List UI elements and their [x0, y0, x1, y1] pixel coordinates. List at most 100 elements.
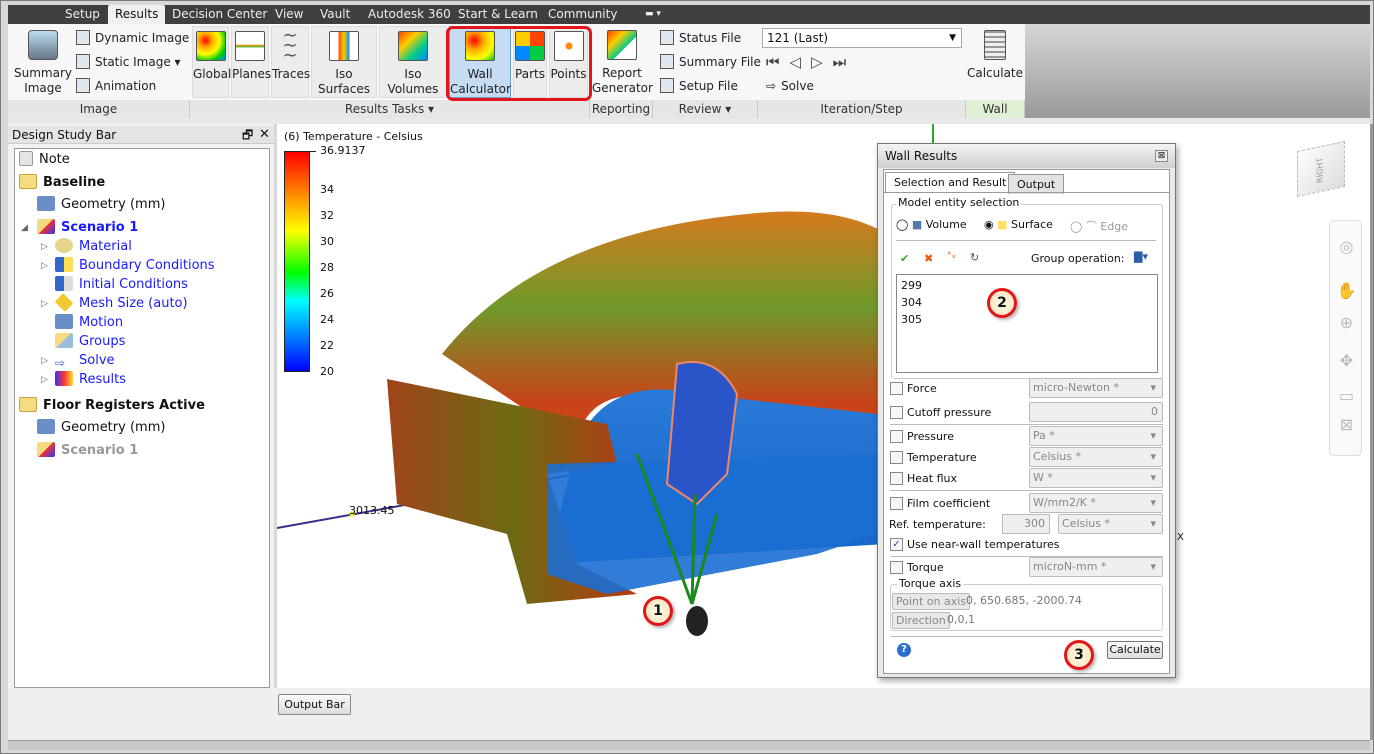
- look-at-icon[interactable]: ▭: [1336, 386, 1357, 407]
- traces-button[interactable]: ∼ ∼ ∼ Traces: [271, 26, 310, 98]
- help-icon[interactable]: ?: [897, 643, 911, 657]
- tree-item-note[interactable]: Note: [19, 150, 70, 170]
- tree-item-material[interactable]: Material: [55, 237, 132, 257]
- tree-item-scenario-1[interactable]: Scenario 1: [37, 218, 138, 238]
- tree-item-baseline[interactable]: Baseline: [19, 173, 105, 193]
- previous-step-icon[interactable]: ◁: [790, 53, 812, 71]
- summary-file-button[interactable]: Summary File: [660, 52, 761, 72]
- group-label-review[interactable]: Review ▾: [653, 100, 758, 118]
- report-generator-button[interactable]: Report Generator: [592, 26, 653, 98]
- global-button[interactable]: Global: [192, 26, 231, 98]
- list-item[interactable]: 305: [901, 311, 1153, 328]
- steering-wheel-icon[interactable]: ◎: [1336, 237, 1357, 258]
- solve-button[interactable]: ⇨ Solve: [766, 76, 814, 96]
- close-icon[interactable]: ✕: [259, 126, 270, 144]
- horizontal-scrollbar[interactable]: [8, 740, 1370, 750]
- tab-start-learn[interactable]: Start & Learn: [451, 5, 545, 24]
- torque-checkbox[interactable]: [890, 561, 903, 574]
- ref-temperature-unit-select[interactable]: Celsius *: [1058, 514, 1163, 534]
- temperature-checkbox[interactable]: [890, 451, 903, 464]
- static-image-button[interactable]: Static Image ▾: [76, 52, 181, 72]
- remove-all-icon[interactable]: ˣₓ: [947, 250, 956, 261]
- orbit-icon[interactable]: ✥: [1336, 351, 1357, 372]
- cutoff-pressure-checkbox[interactable]: [890, 406, 903, 419]
- status-file-button[interactable]: Status File: [660, 28, 741, 48]
- tab-view[interactable]: View: [268, 5, 310, 24]
- planes-button[interactable]: Planes: [231, 26, 271, 98]
- force-unit-select[interactable]: micro-Newton *: [1029, 378, 1163, 398]
- expand-icon[interactable]: ▷: [41, 356, 48, 366]
- tree-item-groups[interactable]: Groups: [55, 332, 125, 352]
- selection-list[interactable]: 299 304 305: [896, 274, 1158, 373]
- tab-decision-center[interactable]: Decision Center: [165, 5, 274, 24]
- graphics-viewport[interactable]: 3013.45 X RIGHT: [277, 124, 1370, 688]
- output-bar-button[interactable]: Output Bar: [278, 694, 351, 715]
- temperature-unit-select[interactable]: Celsius *: [1029, 447, 1163, 467]
- pan-icon[interactable]: ✋: [1336, 281, 1357, 302]
- torque-unit-select[interactable]: microN-mm *: [1029, 557, 1163, 577]
- next-step-icon[interactable]: ▷: [811, 53, 833, 71]
- heat-flux-checkbox[interactable]: [890, 472, 903, 485]
- radio-surface[interactable]: ◉ ■ Surface: [984, 218, 1053, 231]
- list-item[interactable]: 304: [901, 294, 1153, 311]
- radio-volume[interactable]: ◯ ■ Volume: [896, 218, 967, 231]
- cutoff-pressure-input[interactable]: 0: [1029, 402, 1163, 422]
- dynamic-image-button[interactable]: Dynamic Image: [76, 28, 189, 48]
- tab-setup[interactable]: Setup: [58, 5, 107, 24]
- tab-community[interactable]: Community: [541, 5, 624, 24]
- tab-output[interactable]: Output: [1008, 174, 1065, 194]
- tree-item-mesh-size[interactable]: Mesh Size (auto): [54, 293, 188, 314]
- summary-image-button[interactable]: Summary Image: [13, 26, 73, 98]
- refresh-icon[interactable]: ↻: [970, 251, 979, 264]
- tree-item-results[interactable]: Results: [55, 370, 126, 390]
- tab-vault[interactable]: Vault: [313, 5, 357, 24]
- heat-flux-unit-select[interactable]: W *: [1029, 468, 1163, 488]
- animation-button[interactable]: Animation: [76, 76, 156, 96]
- tree-item-geometry[interactable]: Geometry (mm): [37, 195, 165, 215]
- add-icon[interactable]: ✔: [900, 252, 909, 265]
- vertical-scrollbar[interactable]: [1370, 124, 1373, 740]
- iso-surfaces-button[interactable]: Iso Surfaces: [311, 26, 377, 98]
- first-step-icon[interactable]: ⏮: [766, 53, 790, 71]
- fit-all-icon[interactable]: ⊠: [1336, 415, 1357, 436]
- tree-item-motion[interactable]: Motion: [55, 313, 123, 333]
- list-item[interactable]: 299: [901, 277, 1153, 294]
- remove-icon[interactable]: ✖: [924, 252, 933, 265]
- expand-icon[interactable]: ▷: [41, 261, 48, 271]
- iteration-select[interactable]: 121 (Last) ▼: [762, 28, 962, 48]
- near-wall-checkbox[interactable]: ✓: [890, 538, 903, 551]
- last-step-icon[interactable]: ⏭: [833, 53, 857, 71]
- tree-item-solve[interactable]: ⇨ Solve: [55, 351, 115, 371]
- ref-temperature-input[interactable]: 300: [1002, 514, 1050, 534]
- expand-icon[interactable]: ▷: [41, 242, 48, 252]
- panel-toggle-icon[interactable]: ▬ ▾: [638, 5, 668, 24]
- calculate-button[interactable]: Calculate: [966, 26, 1024, 98]
- tree-item-floor-registers-active[interactable]: Floor Registers Active: [19, 396, 205, 416]
- pressure-unit-select[interactable]: Pa *: [1029, 426, 1163, 446]
- film-coefficient-unit-select[interactable]: W/mm2/K *: [1029, 493, 1163, 513]
- tree-item-scenario-1-inactive[interactable]: Scenario 1: [37, 441, 138, 461]
- pressure-checkbox[interactable]: [890, 430, 903, 443]
- tree-item-geometry[interactable]: Geometry (mm): [37, 418, 165, 438]
- tree-item-initial-conditions[interactable]: Initial Conditions: [55, 275, 188, 295]
- direction-button[interactable]: Direction: [892, 612, 950, 629]
- zoom-icon[interactable]: ⊕: [1336, 313, 1357, 334]
- dialog-close-button[interactable]: ⊠: [1155, 150, 1168, 162]
- dialog-calculate-button[interactable]: Calculate: [1107, 641, 1163, 659]
- film-coefficient-checkbox[interactable]: [890, 497, 903, 510]
- tab-selection-and-result[interactable]: Selection and Result: [885, 172, 1016, 193]
- point-on-axis-button[interactable]: Point on axis: [892, 593, 971, 610]
- float-icon[interactable]: 🗗: [242, 126, 253, 144]
- group-operation-dropdown[interactable]: ▇▾: [1134, 250, 1148, 263]
- setup-file-button[interactable]: Setup File: [660, 76, 738, 96]
- collapse-icon[interactable]: ◢: [21, 223, 28, 233]
- tab-autodesk-360[interactable]: Autodesk 360: [361, 5, 458, 24]
- group-label-results-tasks[interactable]: Results Tasks ▾: [190, 100, 590, 118]
- radio-edge[interactable]: ◯ ⌒ Edge: [1070, 218, 1128, 234]
- force-checkbox[interactable]: [890, 382, 903, 395]
- tree-item-boundary-conditions[interactable]: Boundary Conditions: [55, 256, 215, 276]
- expand-icon[interactable]: ▷: [41, 299, 48, 309]
- expand-icon[interactable]: ▷: [41, 375, 48, 385]
- iso-volumes-button[interactable]: Iso Volumes: [379, 26, 447, 98]
- tab-results[interactable]: Results: [108, 5, 166, 24]
